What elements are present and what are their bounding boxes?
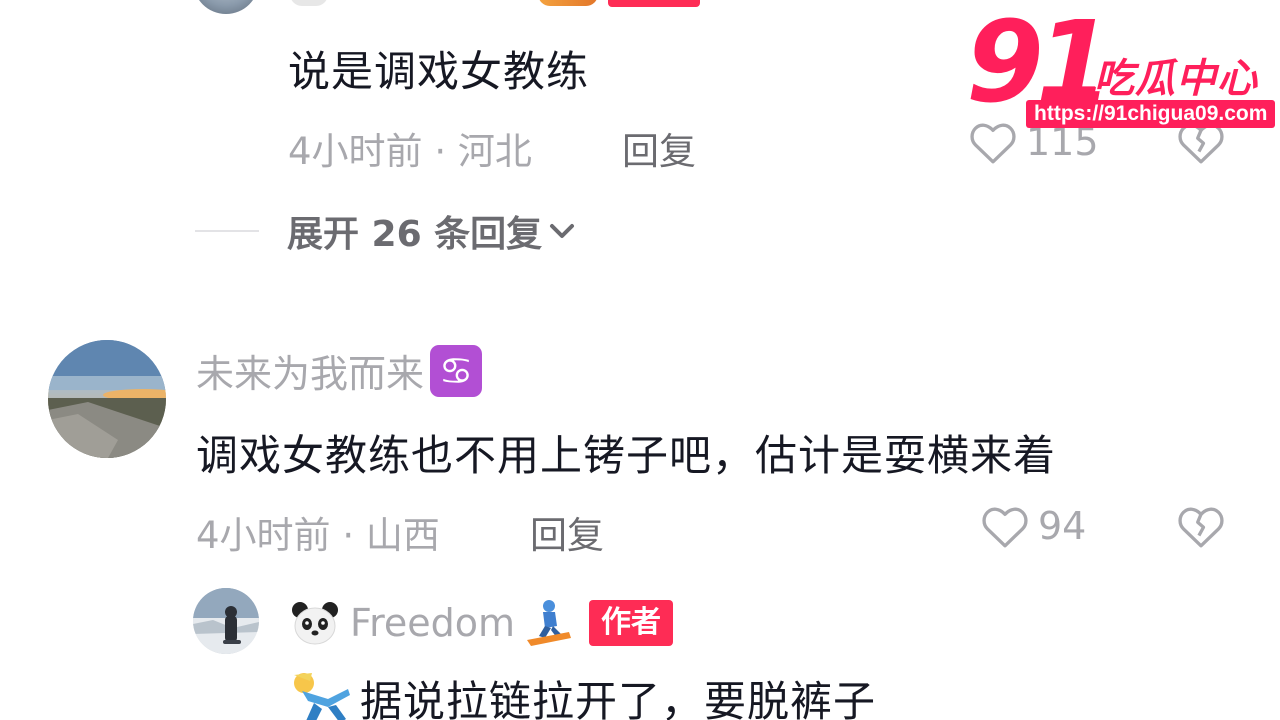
panda-emoji-icon [290,0,328,6]
author-username: Freedom [350,601,516,645]
reply-button[interactable]: 回复 [622,121,696,175]
expand-replies-button[interactable]: 展开 26 条回复 [195,205,576,257]
comment-feed: 说是调戏女教练 4小时前 · 河北 回复 115 展开 26 条回复 未来为我而… [0,0,1280,720]
author-badge: 作者 [589,600,674,646]
author-badge [608,0,700,7]
comment-time: 4小时前 [288,130,423,173]
dancer-emoji-icon [294,672,350,720]
comment-location: 山西 [365,514,440,557]
snowboarder-emoji-icon [538,0,598,6]
snowboarder-emoji-icon [527,600,572,646]
cancer-zodiac-icon: ♋ [430,344,483,397]
avatar[interactable] [193,588,259,654]
like-count: 94 [1038,504,1087,548]
comment-meta: 4小时前 · 河北 [288,130,532,173]
reply-button[interactable]: 回复 [530,505,604,559]
avatar[interactable] [193,0,259,14]
comment-username-row[interactable]: 未来为我而来 ♋ [196,343,483,398]
broken-heart-icon[interactable] [1176,503,1226,549]
panda-emoji-icon [292,602,338,645]
comment-meta: 4小时前 · 山西 [196,514,440,557]
comment-text: 调戏女教练也不用上铐子吧，估计是耍横来着 [196,431,1057,480]
chevron-down-icon [550,224,575,238]
comment-text: 说是调戏女教练 [288,47,590,96]
expand-replies-label: 展开 26 条回复 [287,214,543,255]
divider [195,230,259,232]
heart-icon [982,507,1028,548]
avatar-photo [193,588,259,654]
reply-text: 据说拉链拉开了，要脱裤子 [360,677,877,720]
like-button[interactable]: 94 [980,503,1086,549]
avatar-photo [48,340,166,458]
site-watermark: 91 吃瓜中心 https://91chigua09.com [966,0,1276,132]
watermark-title: 吃瓜中心 [1094,56,1258,102]
author-row[interactable]: Freedom 作者 [290,598,674,648]
top-author-row [290,0,700,8]
comment-location: 河北 [457,130,532,173]
comment-time: 4小时前 [196,514,331,557]
watermark-url: https://91chigua09.com [1026,100,1276,128]
avatar[interactable] [48,340,166,458]
reply-text-row: 据说拉链拉开了，要脱裤子 [288,668,876,720]
comment-username: 未来为我而来 [196,352,425,396]
